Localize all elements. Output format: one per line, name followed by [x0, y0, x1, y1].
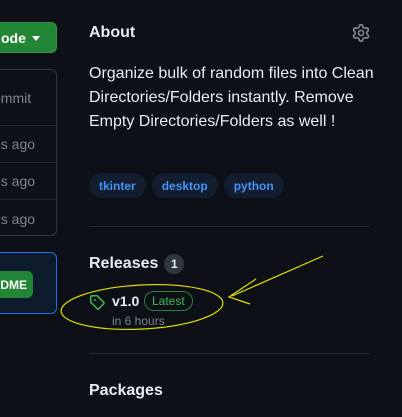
topic-tag[interactable]: desktop [151, 173, 218, 198]
chevron-down-icon [31, 36, 40, 41]
commit-row-text: ommit [0, 89, 32, 106]
gear-icon[interactable] [352, 24, 370, 42]
commit-row[interactable]: es ago [0, 126, 56, 163]
section-divider [89, 353, 370, 354]
releases-title: Releases [89, 255, 159, 272]
topic-list: tkinter desktop python [89, 173, 284, 198]
commit-row[interactable]: es ago [0, 200, 56, 235]
commit-list: ommit es ago es ago es ago [0, 69, 57, 236]
releases-count-badge: 1 [164, 254, 185, 274]
commit-row-text: es ago [0, 136, 36, 152]
releases-header[interactable]: Releases 1 [89, 254, 185, 274]
commit-row-text: es ago [0, 210, 36, 227]
topic-tag[interactable]: python [223, 173, 284, 198]
commit-row-text: es ago [0, 173, 36, 189]
readme-prompt-box: DME [0, 252, 57, 314]
about-title: About [89, 24, 136, 41]
release-name-link[interactable]: v1.0 [112, 293, 139, 309]
topic-tag[interactable]: tkinter [89, 173, 146, 198]
tag-icon [90, 295, 105, 310]
code-button[interactable]: ode [0, 22, 57, 53]
latest-badge: Latest [144, 291, 193, 311]
annotation-arrow-head [227, 278, 257, 305]
add-readme-button[interactable]: DME [0, 271, 33, 298]
about-description: Organize bulk of random files into Clean… [89, 65, 374, 130]
release-time: in 6 hours [112, 314, 165, 328]
annotation-arrow [231, 255, 324, 297]
code-button-label: ode [1, 29, 26, 46]
packages-title[interactable]: Packages [89, 382, 163, 400]
repo-sidebar-page: ode ommit es ago es ago es ago DME About… [0, 0, 402, 417]
section-divider [89, 226, 370, 227]
commit-row[interactable]: es ago [0, 163, 56, 200]
commit-row[interactable]: ommit [0, 70, 56, 126]
